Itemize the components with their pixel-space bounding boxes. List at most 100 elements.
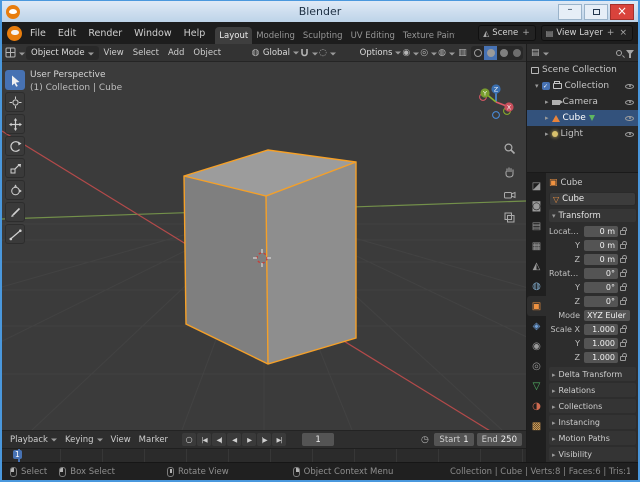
- new-view-layer-icon[interactable]: +: [606, 28, 616, 38]
- shading-rendered-button[interactable]: [510, 46, 523, 60]
- panel-collections[interactable]: Collections: [549, 399, 636, 413]
- tool-select-box-button[interactable]: [5, 70, 25, 90]
- zoom-button[interactable]: [501, 140, 517, 156]
- shading-material-button[interactable]: [497, 46, 510, 60]
- camera-view-button[interactable]: [501, 186, 517, 202]
- shading-wireframe-button[interactable]: [471, 46, 484, 60]
- collapse-icon[interactable]: [535, 81, 539, 91]
- blender-menu-icon[interactable]: [7, 26, 22, 41]
- menu-help[interactable]: Help: [178, 28, 212, 39]
- properties-tab-texture[interactable]: [527, 416, 546, 436]
- remove-view-layer-icon[interactable]: ×: [618, 28, 628, 38]
- rotation-x-value[interactable]: 0°: [584, 268, 618, 279]
- lock-icon[interactable]: [620, 342, 626, 347]
- pan-button[interactable]: [501, 163, 517, 179]
- auto-key-button[interactable]: [182, 433, 196, 446]
- overlays-toggle-button[interactable]: ◍: [438, 46, 455, 60]
- menu-window[interactable]: Window: [128, 28, 177, 39]
- collection-checkbox[interactable]: [542, 82, 550, 90]
- scale-x-value[interactable]: 1.000: [584, 324, 618, 335]
- properties-tab-object-data[interactable]: [527, 376, 546, 396]
- properties-tab-render[interactable]: [527, 196, 546, 216]
- tab-sculpting[interactable]: Sculpting: [299, 27, 347, 44]
- properties-tab-output[interactable]: [527, 216, 546, 236]
- location-x-value[interactable]: 0 m: [584, 226, 618, 237]
- navigation-gizmo[interactable]: Z X Y: [474, 80, 518, 124]
- mode-dropdown[interactable]: Object Mode: [26, 46, 99, 60]
- end-frame-field[interactable]: End250: [477, 433, 522, 446]
- lock-icon[interactable]: [620, 272, 626, 277]
- jump-to-end-button[interactable]: [272, 433, 286, 446]
- menu-file[interactable]: File: [24, 28, 52, 39]
- properties-tab-view-layer[interactable]: [527, 236, 546, 256]
- playback-menu[interactable]: Playback: [6, 435, 61, 445]
- lock-icon[interactable]: [620, 244, 626, 249]
- properties-tab-material[interactable]: [527, 396, 546, 416]
- jump-to-start-button[interactable]: [197, 433, 211, 446]
- cube-object[interactable]: [184, 150, 356, 364]
- tool-measure-button[interactable]: [5, 224, 25, 244]
- tab-layout[interactable]: Layout: [215, 27, 252, 44]
- rotation-y-value[interactable]: 0°: [584, 282, 618, 293]
- snap-magnet-button[interactable]: [300, 46, 318, 60]
- properties-tab-tool[interactable]: [527, 176, 546, 196]
- location-z-value[interactable]: 0 m: [584, 254, 618, 265]
- outliner-row-light[interactable]: Light: [527, 126, 638, 142]
- hide-viewport-icon[interactable]: [625, 84, 634, 89]
- viewport-3d[interactable]: User Perspective (1) Collection | Cube Z…: [2, 62, 526, 430]
- lock-icon[interactable]: [620, 300, 626, 305]
- menu-select[interactable]: Select: [129, 48, 163, 58]
- outliner-row-camera[interactable]: Camera: [527, 94, 638, 110]
- tool-cursor-button[interactable]: [5, 92, 25, 112]
- properties-tab-scene[interactable]: [527, 256, 546, 276]
- tool-move-button[interactable]: [5, 114, 25, 134]
- properties-tab-physics[interactable]: [527, 336, 546, 356]
- panel-instancing[interactable]: Instancing: [549, 415, 636, 429]
- transform-panel-header[interactable]: Transform: [549, 209, 636, 222]
- scale-y-value[interactable]: 1.000: [584, 338, 618, 349]
- tab-uv-editing[interactable]: UV Editing: [347, 27, 399, 44]
- menu-add[interactable]: Add: [164, 48, 188, 58]
- panel-visibility[interactable]: Visibility: [549, 447, 636, 461]
- play-reverse-button[interactable]: [227, 433, 241, 446]
- location-y-value[interactable]: 0 m: [584, 240, 618, 251]
- titlebar[interactable]: Blender: [2, 1, 638, 22]
- tab-texture-paint[interactable]: Texture Paint: [399, 27, 455, 44]
- proportional-edit-button[interactable]: ◌: [319, 46, 336, 60]
- outliner-row-scene-collection[interactable]: Scene Collection: [527, 62, 638, 78]
- maximize-button[interactable]: [584, 4, 608, 20]
- rotation-mode-dropdown[interactable]: XYZ Euler: [584, 310, 630, 321]
- tool-transform-button[interactable]: [5, 180, 25, 200]
- timeline-marker-menu[interactable]: Marker: [135, 435, 172, 445]
- current-frame-field[interactable]: 1: [302, 433, 334, 446]
- menu-edit[interactable]: Edit: [52, 28, 82, 39]
- tool-annotate-button[interactable]: [5, 202, 25, 222]
- minimize-button[interactable]: [558, 4, 582, 20]
- gizmos-toggle-button[interactable]: ◎: [420, 46, 437, 60]
- start-frame-field[interactable]: Start1: [434, 433, 473, 446]
- show-object-types-button[interactable]: ◉: [402, 46, 419, 60]
- outliner-editor-type-button[interactable]: ▤: [531, 46, 549, 60]
- panel-motion-paths[interactable]: Motion Paths: [549, 431, 636, 445]
- search-icon[interactable]: [616, 50, 622, 56]
- prev-keyframe-button[interactable]: [212, 433, 226, 446]
- lock-icon[interactable]: [620, 356, 626, 361]
- tool-scale-button[interactable]: [5, 158, 25, 178]
- close-button[interactable]: [610, 4, 634, 20]
- perspective-toggle-button[interactable]: [501, 209, 517, 225]
- menu-render[interactable]: Render: [82, 28, 128, 39]
- menu-object[interactable]: Object: [189, 48, 225, 58]
- scene-selector[interactable]: ◭ Scene +: [478, 25, 536, 41]
- expand-icon[interactable]: [545, 113, 549, 123]
- properties-tab-object[interactable]: [527, 296, 546, 316]
- options-dropdown[interactable]: Options: [360, 48, 402, 58]
- panel-relations[interactable]: Relations: [549, 383, 636, 397]
- properties-tab-constraints[interactable]: [527, 356, 546, 376]
- lock-icon[interactable]: [620, 328, 626, 333]
- lock-icon[interactable]: [620, 230, 626, 235]
- xray-toggle-button[interactable]: ▥: [456, 46, 469, 60]
- timeline-scrubber[interactable]: 1: [2, 448, 526, 462]
- menu-view[interactable]: View: [100, 48, 128, 58]
- scale-z-value[interactable]: 1.000: [584, 352, 618, 363]
- hide-viewport-icon[interactable]: [625, 116, 634, 121]
